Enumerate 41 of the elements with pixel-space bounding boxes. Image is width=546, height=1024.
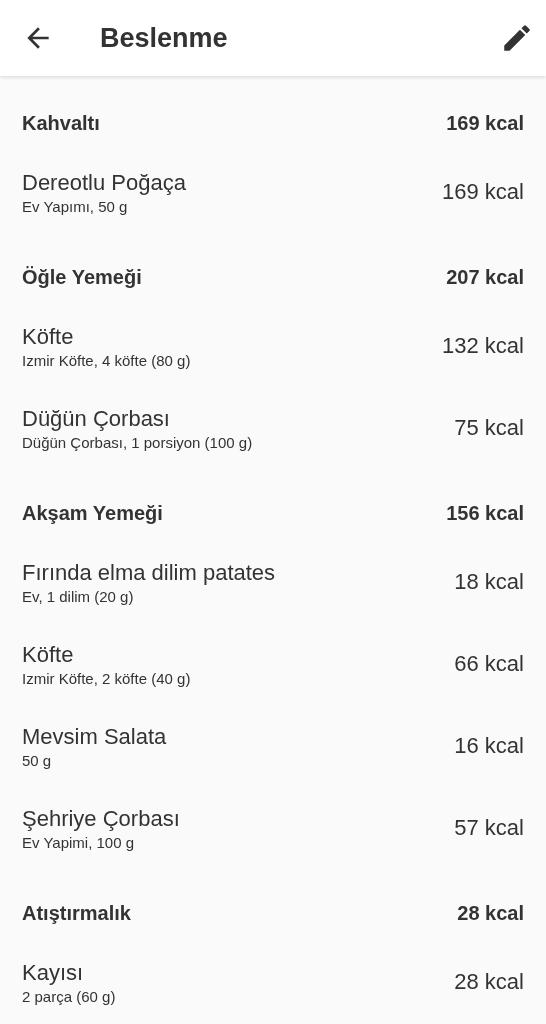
food-name: Mevsim Salata xyxy=(22,723,168,750)
food-portion: 50 g xyxy=(22,751,53,769)
food-portion: Düğün Çorbası, 1 porsiyon (100 g) xyxy=(22,433,254,451)
food-name: Dereotlu Poğaça xyxy=(22,169,187,196)
food-calories: 57 kcal xyxy=(454,815,524,841)
food-row[interactable]: Köfte Izmir Köfte, 2 köfte (40 g) 66 kcal xyxy=(0,623,546,705)
food-name: Köfte xyxy=(22,641,75,668)
food-calories: 16 kcal xyxy=(454,733,524,759)
food-name: Kayısı xyxy=(22,959,85,986)
food-row[interactable]: Mevsim Salata 50 g 16 kcal xyxy=(0,705,546,787)
food-name: Fırında elma dilim patates xyxy=(22,559,277,586)
meal-name: Atıştırmalık xyxy=(22,902,132,925)
food-row[interactable]: Fırında elma dilim patates Ev, 1 dilim (20 g) 18 kcal xyxy=(0,541,546,623)
page-title: Beslenme xyxy=(100,22,229,54)
food-row[interactable]: Köfte Izmir Köfte, 4 köfte (80 g) 132 kcal xyxy=(0,305,546,387)
food-row[interactable]: Düğün Çorbası Düğün Çorbası, 1 porsiyon (100 g) 75 kcal xyxy=(0,387,546,469)
food-row[interactable]: Kayısı 2 parça (60 g) 28 kcal xyxy=(0,941,546,1023)
food-calories: 66 kcal xyxy=(454,651,524,677)
food-name: Şehriye Çorbası xyxy=(22,805,181,832)
food-name: Köfte xyxy=(22,323,75,350)
food-calories: 169 kcal xyxy=(442,179,524,205)
food-portion: Ev, 1 dilim (20 g) xyxy=(22,587,135,605)
meal-total-calories: 28 kcal xyxy=(457,902,524,925)
food-portion: Ev Yapimi, 100 g xyxy=(22,833,135,851)
meal-total-calories: 169 kcal xyxy=(446,112,524,135)
meal-name: Öğle Yemeği xyxy=(22,266,143,289)
food-calories: 18 kcal xyxy=(454,569,524,595)
meal-name: Kahvaltı xyxy=(22,112,101,135)
food-name: Düğün Çorbası xyxy=(22,405,171,432)
food-portion: 2 parça (60 g) xyxy=(22,987,117,1005)
food-calories: 132 kcal xyxy=(442,333,524,359)
food-portion: Izmir Köfte, 2 köfte (40 g) xyxy=(22,669,192,687)
meal-name: Akşam Yemeği xyxy=(22,502,164,525)
food-row[interactable]: Dereotlu Poğaça Ev Yapımı, 50 g 169 kcal xyxy=(0,151,546,233)
food-calories: 75 kcal xyxy=(454,415,524,441)
meal-total-calories: 156 kcal xyxy=(446,502,524,525)
meal-total-calories: 207 kcal xyxy=(446,266,524,289)
food-calories: 28 kcal xyxy=(454,969,524,995)
food-row[interactable]: Şehriye Çorbası Ev Yapimi, 100 g 57 kcal xyxy=(0,787,546,869)
food-portion: Ev Yapımı, 50 g xyxy=(22,197,129,215)
food-portion: Izmir Köfte, 4 köfte (80 g) xyxy=(22,351,192,369)
